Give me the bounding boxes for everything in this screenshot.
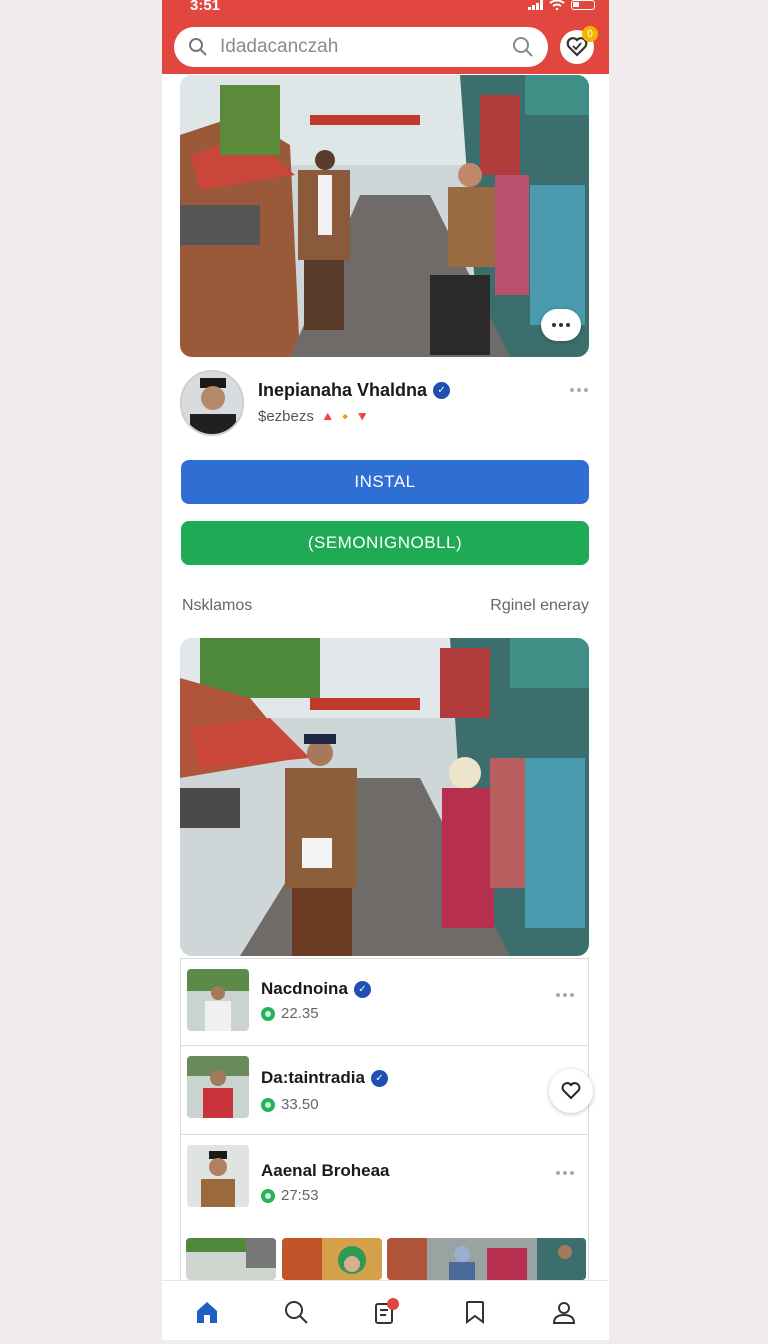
list-thumbnail (187, 969, 249, 1031)
list-item-name: Aaenal Broheaa (261, 1161, 390, 1180)
thumbnail-strip-item[interactable] (186, 1238, 276, 1280)
list-item-name-row: Da:taintradia ✓ (261, 1068, 388, 1088)
list-item-name: Nacdnoina (261, 979, 348, 998)
profile-name: Inepianaha Vhaldna (258, 380, 428, 400)
profile-emoji: 🔺🔸🔻 (319, 408, 372, 424)
verified-icon: ✓ (370, 1069, 388, 1087)
nav-profile[interactable] (544, 1292, 584, 1332)
profile-name-row: Inepianaha Vhaldna ✓ (258, 380, 451, 401)
nav-search[interactable] (276, 1292, 316, 1332)
app-bar: 3:51 Idadacanczah 0 (162, 0, 609, 74)
thumbnail-strip-item[interactable] (282, 1238, 382, 1280)
profile-sub-row: $ezbezs 🔺🔸🔻 (258, 408, 371, 425)
feature-photo[interactable] (180, 638, 589, 956)
nav-bookmarks[interactable] (455, 1292, 495, 1332)
like-button[interactable] (549, 1069, 593, 1113)
bottom-nav (162, 1280, 609, 1340)
wifi-icon (549, 0, 565, 10)
phone-screen: 3:51 Idadacanczah 0 Inepianaha Vhaldna ✓… (162, 0, 609, 1340)
section-link[interactable]: Rginel eneray (490, 597, 589, 615)
search-input[interactable]: Idadacanczah (220, 36, 512, 58)
lens-icon[interactable] (512, 36, 534, 58)
search-bar[interactable]: Idadacanczah (174, 27, 548, 67)
install-button[interactable]: INSTAL (181, 460, 589, 504)
list-item-meta: 27:53 (281, 1187, 319, 1204)
favorites-badge: 0 (582, 26, 598, 42)
list-item-more-icon[interactable] (556, 1171, 574, 1175)
list-item-meta-row: 22.35 (261, 1005, 319, 1022)
list-item-meta-row: 27:53 (261, 1187, 319, 1204)
list-thumbnail (187, 1145, 249, 1207)
home-icon (196, 1301, 217, 1323)
nav-home[interactable] (187, 1292, 227, 1332)
list-item-meta: 22.35 (281, 1005, 319, 1022)
verified-icon: ✓ (433, 382, 451, 399)
street-scene-image (180, 75, 589, 357)
profile-handle: $ezbezs (258, 408, 314, 425)
market-scene-image (180, 638, 589, 956)
battery-icon (571, 0, 595, 10)
thumbnail-strip-item[interactable] (387, 1238, 586, 1280)
list-item[interactable]: Nacdnoina ✓ 22.35 (180, 958, 589, 1046)
section-title: Nsklamos (182, 597, 253, 614)
list-item-name-row: Aaenal Broheaa (261, 1161, 390, 1181)
list-thumbnail (187, 1056, 249, 1118)
notification-badge (387, 1297, 400, 1310)
signal-icon (528, 0, 543, 10)
status-dot-icon (261, 1188, 275, 1203)
bookmark-icon (465, 1300, 484, 1324)
list-item[interactable]: Da:taintradia ✓ 33.50 (180, 1045, 589, 1135)
list-item-more-icon[interactable] (556, 993, 574, 997)
status-dot-icon (261, 1097, 275, 1112)
profile-icon (553, 1301, 576, 1324)
list-item-name-row: Nacdnoina ✓ (261, 979, 371, 999)
avatar[interactable] (180, 370, 244, 436)
list-item-meta: 33.50 (281, 1096, 319, 1113)
list-item-meta-row: 33.50 (261, 1096, 319, 1113)
profile-more-icon[interactable] (570, 388, 588, 392)
nav-notes[interactable] (365, 1292, 405, 1332)
search-icon (189, 38, 207, 56)
profile-row[interactable]: Inepianaha Vhaldna ✓ $ezbezs 🔺🔸🔻 (180, 370, 592, 440)
heart-icon (561, 1082, 581, 1100)
search-icon (285, 1300, 308, 1324)
status-icons (528, 0, 595, 12)
photo-more-button[interactable] (541, 309, 581, 341)
verified-icon: ✓ (353, 980, 371, 998)
hero-photo[interactable] (180, 75, 589, 357)
secondary-button[interactable]: (SEMONIGNOBLL) (181, 521, 589, 565)
list-item-name: Da:taintradia (261, 1068, 365, 1087)
status-time: 3:51 (190, 0, 221, 14)
status-dot-icon (261, 1006, 275, 1021)
